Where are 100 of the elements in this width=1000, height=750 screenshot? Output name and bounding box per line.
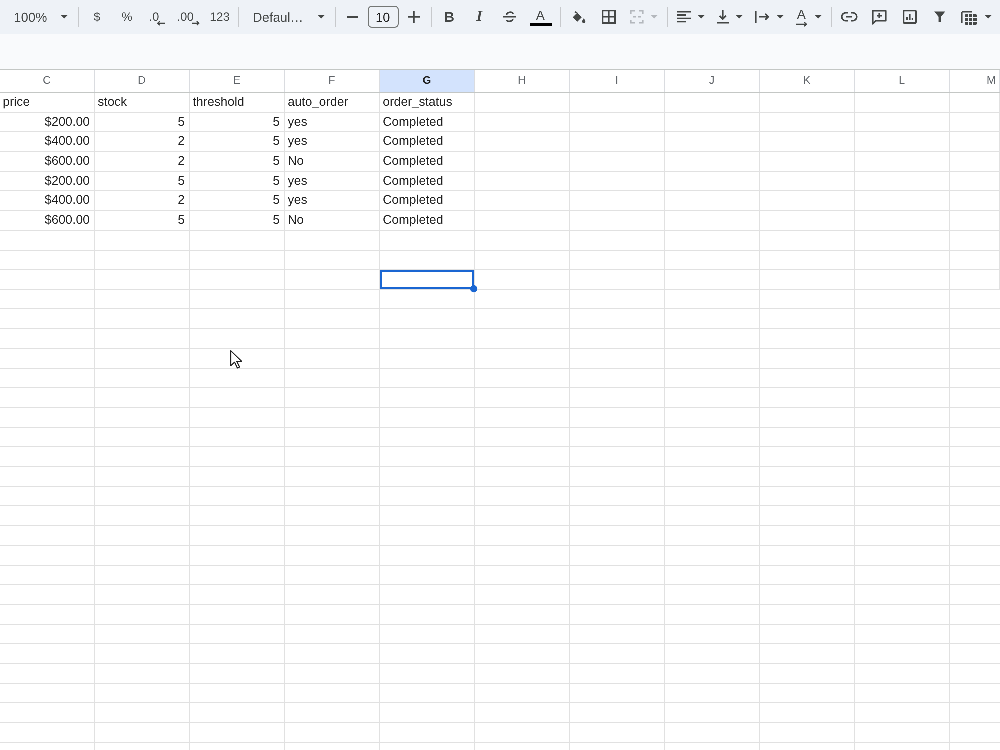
table-cell[interactable]: $600.00 bbox=[0, 211, 95, 231]
empty-cell[interactable] bbox=[0, 270, 95, 290]
table-cell[interactable]: Completed bbox=[380, 112, 475, 132]
table-cell[interactable]: Completed bbox=[380, 211, 475, 231]
decrease-decimal-button[interactable]: .0 bbox=[143, 3, 172, 31]
column-header[interactable]: I bbox=[570, 70, 665, 92]
empty-cell[interactable] bbox=[475, 191, 570, 212]
table-cell[interactable]: threshold bbox=[190, 93, 285, 113]
table-cell[interactable]: Completed bbox=[380, 152, 475, 172]
empty-cell[interactable] bbox=[950, 152, 1000, 172]
column-header[interactable]: K bbox=[760, 70, 855, 92]
empty-cell[interactable] bbox=[950, 270, 1000, 290]
empty-cell[interactable] bbox=[570, 132, 665, 152]
table-cell[interactable]: stock bbox=[95, 93, 190, 113]
empty-cell[interactable] bbox=[570, 112, 665, 132]
empty-cell[interactable] bbox=[475, 230, 570, 250]
empty-cell[interactable] bbox=[665, 270, 760, 290]
bold-button[interactable]: B bbox=[436, 3, 464, 31]
empty-cell[interactable] bbox=[95, 270, 190, 290]
empty-cell[interactable] bbox=[855, 93, 950, 113]
table-cell[interactable]: yes bbox=[285, 132, 380, 152]
empty-cell[interactable] bbox=[855, 211, 950, 231]
empty-cell[interactable] bbox=[190, 230, 285, 250]
empty-cell[interactable] bbox=[760, 191, 855, 212]
table-cell[interactable]: 5 bbox=[190, 112, 285, 132]
empty-cell[interactable] bbox=[475, 132, 570, 152]
table-cell[interactable]: 5 bbox=[190, 191, 285, 212]
font-dropdown[interactable]: Defaul… bbox=[246, 3, 331, 31]
empty-cell[interactable] bbox=[570, 93, 665, 113]
empty-cell[interactable] bbox=[855, 250, 950, 270]
empty-cell[interactable] bbox=[760, 93, 855, 113]
empty-cell[interactable] bbox=[475, 270, 570, 290]
format-button[interactable]: % bbox=[113, 3, 142, 31]
empty-cell[interactable] bbox=[570, 250, 665, 270]
table-cell[interactable]: price bbox=[0, 93, 95, 113]
empty-cell[interactable] bbox=[855, 191, 950, 212]
empty-cell[interactable] bbox=[950, 250, 1000, 270]
empty-cell[interactable] bbox=[760, 172, 855, 192]
empty-cell[interactable] bbox=[285, 270, 380, 290]
table-cell[interactable]: Completed bbox=[380, 191, 475, 212]
empty-cell[interactable] bbox=[570, 152, 665, 172]
empty-cell[interactable] bbox=[665, 230, 760, 250]
empty-cell[interactable] bbox=[855, 172, 950, 192]
italic-button[interactable]: I bbox=[466, 3, 494, 31]
empty-cell[interactable] bbox=[570, 270, 665, 290]
empty-cell[interactable] bbox=[475, 93, 570, 113]
format-button[interactable]: 123 bbox=[206, 3, 234, 31]
empty-cell[interactable] bbox=[950, 132, 1000, 152]
format-button[interactable]: $ bbox=[83, 3, 112, 31]
empty-cell[interactable] bbox=[760, 112, 855, 132]
empty-cell[interactable] bbox=[475, 211, 570, 231]
table-cell[interactable]: No bbox=[285, 211, 380, 231]
table-cell[interactable]: yes bbox=[285, 112, 380, 132]
empty-cell[interactable] bbox=[0, 250, 95, 270]
table-cell[interactable]: 2 bbox=[95, 132, 190, 152]
empty-cell[interactable] bbox=[380, 250, 475, 270]
empty-cell[interactable] bbox=[760, 270, 855, 290]
table-cell[interactable]: $600.00 bbox=[0, 152, 95, 172]
empty-cell[interactable] bbox=[380, 230, 475, 250]
empty-cell[interactable] bbox=[665, 132, 760, 152]
table-cell[interactable]: Completed bbox=[380, 132, 475, 152]
empty-cell[interactable] bbox=[950, 191, 1000, 212]
table-cell[interactable]: 5 bbox=[95, 172, 190, 192]
empty-cell[interactable] bbox=[665, 250, 760, 270]
empty-cell[interactable] bbox=[855, 230, 950, 250]
column-header[interactable]: J bbox=[665, 70, 760, 92]
column-header[interactable]: L bbox=[855, 70, 950, 92]
table-cell[interactable]: $200.00 bbox=[0, 172, 95, 192]
empty-cell[interactable] bbox=[0, 230, 95, 250]
table-cell[interactable]: yes bbox=[285, 172, 380, 192]
empty-cell[interactable] bbox=[950, 112, 1000, 132]
zoom-dropdown[interactable]: 100% bbox=[8, 3, 74, 31]
empty-cell[interactable] bbox=[570, 191, 665, 212]
table-cell[interactable]: 5 bbox=[190, 132, 285, 152]
empty-cell[interactable] bbox=[570, 211, 665, 231]
column-header[interactable]: G bbox=[380, 70, 475, 92]
selected-cell[interactable] bbox=[380, 270, 475, 290]
empty-cell[interactable] bbox=[475, 112, 570, 132]
empty-cell[interactable] bbox=[855, 152, 950, 172]
empty-cell[interactable] bbox=[570, 230, 665, 250]
text-color-button[interactable]: A bbox=[526, 3, 556, 31]
empty-cell[interactable] bbox=[855, 270, 950, 290]
column-header[interactable]: M bbox=[950, 70, 1000, 92]
empty-cell[interactable] bbox=[285, 250, 380, 270]
table-cell[interactable]: 5 bbox=[95, 112, 190, 132]
table-cell[interactable]: yes bbox=[285, 191, 380, 212]
increase-decimal-button[interactable]: .00 bbox=[173, 3, 204, 31]
table-cell[interactable]: 5 bbox=[190, 152, 285, 172]
column-header[interactable]: E bbox=[190, 70, 285, 92]
empty-cell[interactable] bbox=[665, 152, 760, 172]
table-cell[interactable]: order_status bbox=[380, 93, 475, 113]
table-cell[interactable]: $200.00 bbox=[0, 112, 95, 132]
empty-cell[interactable] bbox=[760, 211, 855, 231]
empty-cell[interactable] bbox=[95, 250, 190, 270]
empty-cell[interactable] bbox=[665, 211, 760, 231]
table-cell[interactable]: 5 bbox=[190, 211, 285, 231]
table-cell[interactable]: 2 bbox=[95, 191, 190, 212]
empty-cell[interactable] bbox=[190, 250, 285, 270]
table-cell[interactable]: No bbox=[285, 152, 380, 172]
empty-cell[interactable] bbox=[950, 93, 1000, 113]
